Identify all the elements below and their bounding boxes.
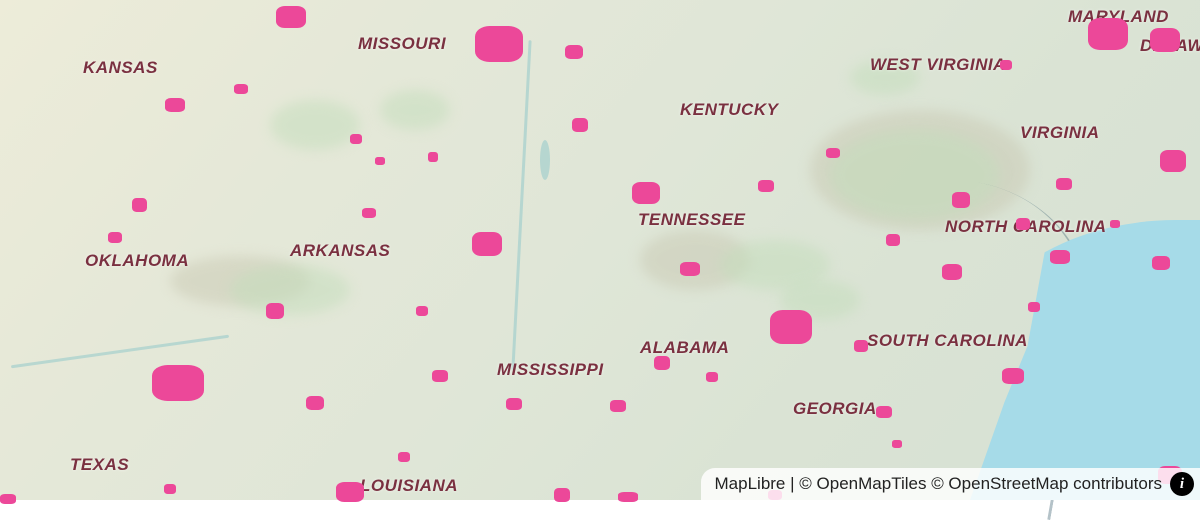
urban-area xyxy=(1050,250,1070,264)
urban-area xyxy=(472,232,502,256)
urban-area xyxy=(1016,218,1030,230)
urban-area xyxy=(362,208,376,218)
state-label: GEORGIA xyxy=(793,399,877,419)
urban-area xyxy=(432,370,448,382)
state-label: TEXAS xyxy=(70,455,129,475)
urban-area xyxy=(654,356,670,370)
urban-area xyxy=(706,372,718,382)
state-label: KANSAS xyxy=(83,58,158,78)
state-label: VIRGINIA xyxy=(1020,123,1100,143)
urban-area xyxy=(854,340,868,352)
state-label: KENTUCKY xyxy=(680,100,778,120)
attr-lib-link[interactable]: MapLibre xyxy=(715,474,786,493)
urban-area xyxy=(610,400,626,412)
state-label: WEST VIRGINIA xyxy=(870,55,1006,75)
urban-area xyxy=(416,306,428,316)
state-label: OKLAHOMA xyxy=(85,251,189,271)
attribution-bar: MapLibre | © OpenMapTiles © OpenStreetMa… xyxy=(701,468,1200,500)
urban-area xyxy=(165,98,185,112)
urban-area xyxy=(350,134,362,144)
urban-area xyxy=(234,84,248,94)
urban-area xyxy=(276,6,306,28)
urban-area xyxy=(1028,302,1040,312)
urban-area xyxy=(306,396,324,410)
urban-area xyxy=(680,262,700,276)
urban-area xyxy=(164,484,176,494)
state-label: MISSISSIPPI xyxy=(497,360,604,380)
urban-area xyxy=(1150,28,1180,52)
urban-area xyxy=(886,234,900,246)
state-label: TENNESSEE xyxy=(638,210,745,230)
urban-area xyxy=(506,398,522,410)
state-label: ARKANSAS xyxy=(290,241,390,261)
attr-osm-link[interactable]: © OpenStreetMap contributors xyxy=(931,474,1162,493)
state-label: SOUTH CAROLINA xyxy=(867,331,1028,351)
urban-area xyxy=(952,192,970,208)
urban-area xyxy=(618,492,638,502)
urban-area xyxy=(1088,18,1128,50)
urban-area xyxy=(152,365,204,401)
urban-area xyxy=(428,152,438,162)
attr-openmap-tiles-link[interactable]: © OpenMapTiles xyxy=(799,474,926,493)
urban-area xyxy=(942,264,962,280)
urban-area xyxy=(826,148,840,158)
urban-area xyxy=(565,45,583,59)
urban-area xyxy=(572,118,588,132)
urban-area xyxy=(1152,256,1170,270)
urban-area xyxy=(132,198,147,212)
urban-area xyxy=(266,303,284,319)
terrain-forest xyxy=(270,100,360,150)
urban-area xyxy=(1160,150,1186,172)
urban-area xyxy=(336,482,364,502)
urban-area xyxy=(876,406,892,418)
state-label: MISSOURI xyxy=(358,34,446,54)
map-canvas[interactable]: KANSASMISSOURIWEST VIRGINIADELAWAREMARYL… xyxy=(0,0,1200,500)
info-icon[interactable]: i xyxy=(1170,472,1194,496)
attr-sep: | xyxy=(790,474,794,493)
urban-area xyxy=(0,494,16,504)
urban-area xyxy=(770,310,812,344)
urban-area xyxy=(1056,178,1072,190)
urban-area xyxy=(1000,60,1012,70)
terrain-forest xyxy=(380,90,450,130)
terrain-forest xyxy=(230,265,350,315)
state-label: ALABAMA xyxy=(640,338,729,358)
urban-area xyxy=(1002,368,1024,384)
urban-area xyxy=(398,452,410,462)
urban-area xyxy=(475,26,523,62)
urban-area xyxy=(632,182,660,204)
state-label: LOUISIANA xyxy=(360,476,458,496)
urban-area xyxy=(758,180,774,192)
urban-area xyxy=(892,440,902,448)
urban-area xyxy=(375,157,385,165)
urban-area xyxy=(1110,220,1120,228)
urban-area xyxy=(108,232,122,243)
